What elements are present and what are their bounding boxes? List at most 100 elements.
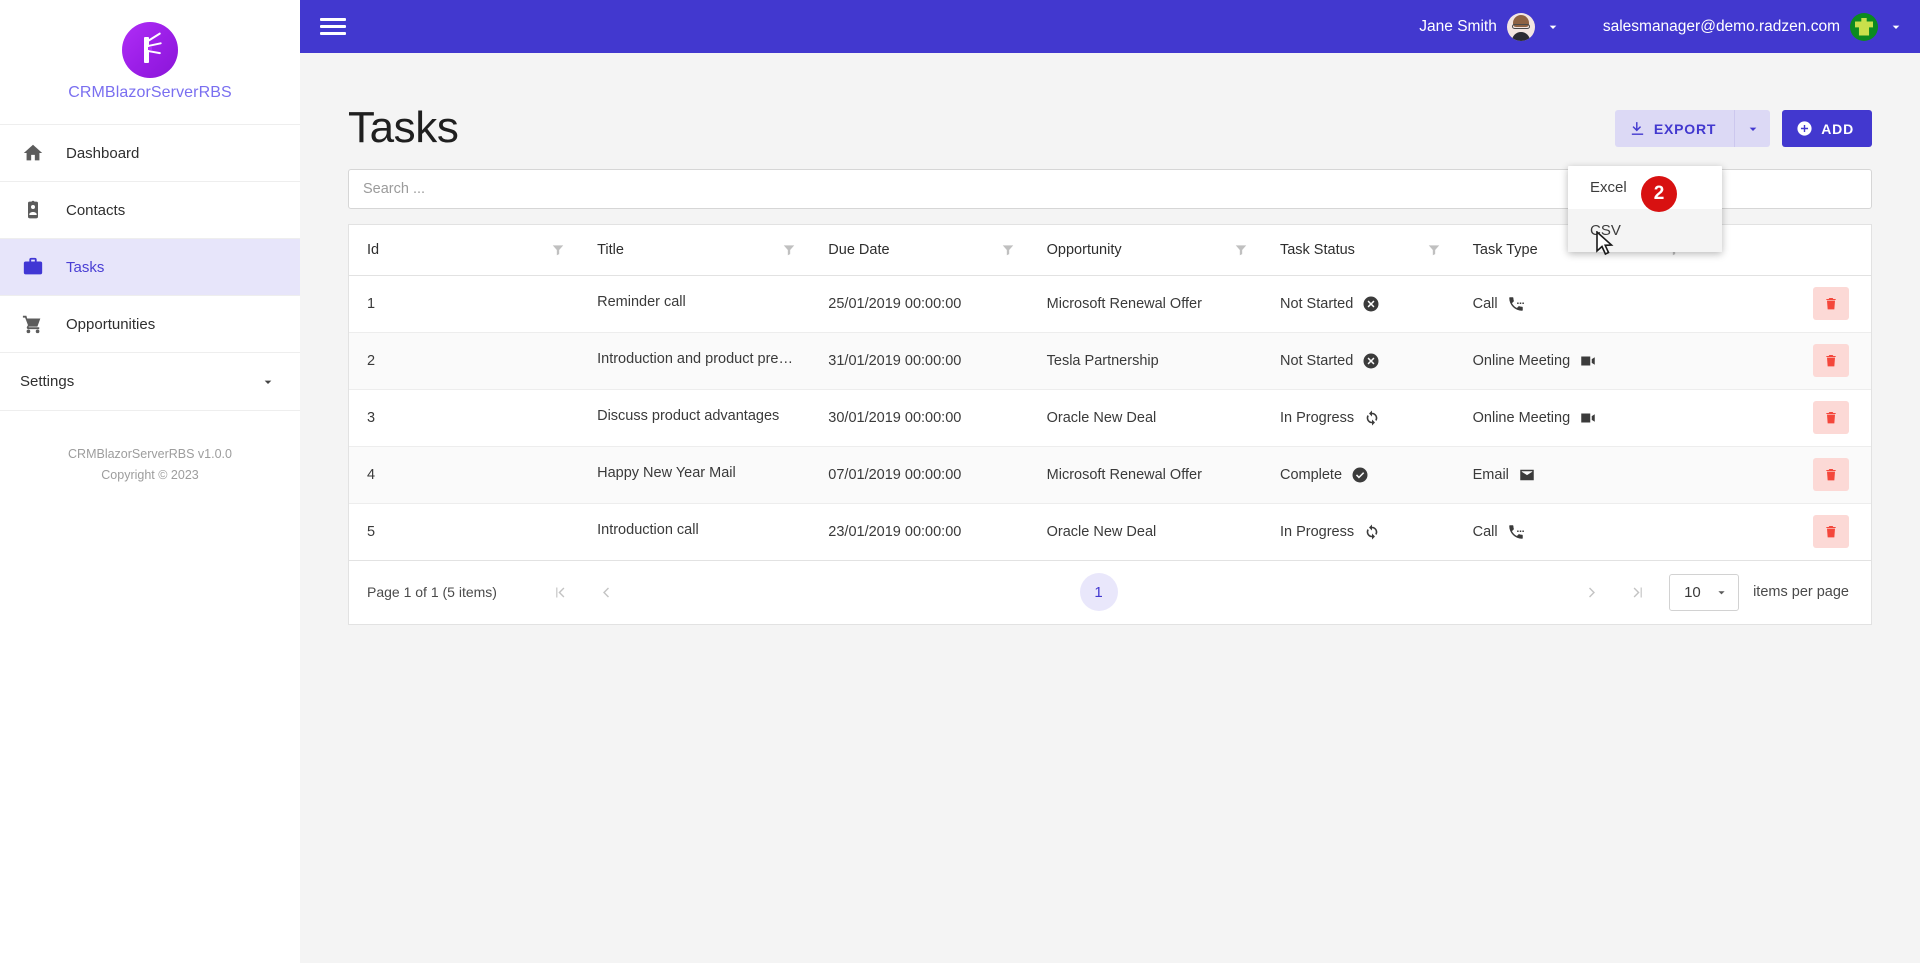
sidebar: CRMBlazorServerRBS Dashboard Contacts Ta… xyxy=(0,0,300,963)
prev-page-icon[interactable] xyxy=(588,574,624,610)
filter-icon[interactable] xyxy=(551,243,565,257)
page-title: Tasks xyxy=(348,103,459,152)
sidebar-item-opportunities[interactable]: Opportunities xyxy=(0,296,300,353)
sidebar-item-label: Contacts xyxy=(66,201,126,219)
filter-icon[interactable] xyxy=(1234,243,1248,257)
page-header: Tasks EXPORT ADD xyxy=(348,53,1872,153)
app-version: CRMBlazorServerRBS v1.0.0 xyxy=(68,447,232,461)
briefcase-icon xyxy=(22,256,44,278)
column-header-due-date[interactable]: Due Date xyxy=(810,225,1029,276)
sidebar-item-label: Tasks xyxy=(66,258,105,276)
cell-actions xyxy=(1695,275,1871,333)
cell-task-type: Online Meeting xyxy=(1454,332,1696,390)
cell-actions xyxy=(1695,446,1871,504)
filter-icon[interactable] xyxy=(1427,243,1441,257)
column-header-title[interactable]: Title xyxy=(579,225,811,276)
first-page-icon[interactable] xyxy=(542,574,578,610)
cell-due-date: 07/01/2019 00:00:00 xyxy=(810,446,1029,504)
sidebar-item-tasks[interactable]: Tasks xyxy=(0,239,300,296)
app-root: CRMBlazorServerRBS Dashboard Contacts Ta… xyxy=(0,0,1920,963)
jane-smith-avatar xyxy=(1506,12,1535,41)
video-camera-icon xyxy=(1579,409,1597,427)
tasks-table: Id Title Due Date Opportunity Task Statu… xyxy=(349,225,1871,561)
sidebar-item-label: Dashboard xyxy=(66,144,140,162)
cell-due-date: 25/01/2019 00:00:00 xyxy=(810,275,1029,333)
table-row[interactable]: 4 Happy New Year Mail 07/01/2019 00:00:0… xyxy=(349,446,1871,504)
export-menu-item-csv[interactable]: CSV xyxy=(1568,209,1722,252)
cell-task-status: In Progress xyxy=(1261,389,1455,447)
column-header-id[interactable]: Id xyxy=(349,225,580,276)
delete-row-button[interactable] xyxy=(1813,401,1849,434)
cell-title: Discuss product advantages xyxy=(579,389,811,447)
table-body: 1 Reminder call 25/01/2019 00:00:00 Micr… xyxy=(349,275,1871,561)
cell-task-status: Not Started xyxy=(1261,275,1455,333)
download-icon xyxy=(1629,120,1646,137)
topbar: Jane Smith salesmanager@demo.radzen.com xyxy=(300,0,1920,53)
main-area: Jane Smith salesmanager@demo.radzen.com … xyxy=(300,0,1920,963)
home-icon xyxy=(22,142,44,164)
next-page-icon[interactable] xyxy=(1573,574,1609,610)
column-label: Due Date xyxy=(828,241,890,258)
sidebar-item-contacts[interactable]: Contacts xyxy=(0,182,300,239)
copyright: Copyright © 2023 xyxy=(101,468,199,482)
table-row[interactable]: 3 Discuss product advantages 30/01/2019 … xyxy=(349,389,1871,447)
sidebar-item-settings[interactable]: Settings xyxy=(0,353,300,411)
table-row[interactable]: 5 Introduction call 23/01/2019 00:00:00 … xyxy=(349,503,1871,561)
sidebar-item-dashboard[interactable]: Dashboard xyxy=(0,125,300,182)
cell-title: Introduction call xyxy=(579,503,811,561)
phone-icon xyxy=(1507,295,1525,313)
cell-opportunity: Microsoft Renewal Offer xyxy=(1028,446,1262,504)
account-email: salesmanager@demo.radzen.com xyxy=(1602,17,1840,35)
cancel-circle-icon xyxy=(1362,295,1380,313)
delete-row-button[interactable] xyxy=(1813,515,1849,548)
cell-actions xyxy=(1695,332,1871,390)
delete-row-button[interactable] xyxy=(1813,344,1849,377)
add-button[interactable]: ADD xyxy=(1782,110,1872,147)
column-header-task-status[interactable]: Task Status xyxy=(1261,225,1455,276)
cell-id: 2 xyxy=(349,332,580,390)
cell-task-status: Not Started xyxy=(1261,332,1455,390)
page-size-select[interactable]: 10 xyxy=(1669,573,1740,611)
page-size-value: 10 xyxy=(1684,583,1701,601)
cell-title: Happy New Year Mail xyxy=(579,446,811,504)
cell-id: 3 xyxy=(349,389,580,447)
column-label: Opportunity xyxy=(1046,241,1122,258)
table-row[interactable]: 2 Introduction and product pre… 31/01/20… xyxy=(349,332,1871,390)
chevron-down-icon xyxy=(1888,19,1904,35)
user-profile-menu[interactable]: Jane Smith xyxy=(1419,12,1561,41)
column-header-opportunity[interactable]: Opportunity xyxy=(1028,225,1262,276)
cell-title: Introduction and product pre… xyxy=(579,332,811,390)
last-page-icon[interactable] xyxy=(1619,574,1655,610)
sidebar-item-label: Settings xyxy=(20,373,75,390)
cell-task-type: Online Meeting xyxy=(1454,389,1696,447)
phone-icon xyxy=(1507,523,1525,541)
mouse-pointer-icon xyxy=(1595,230,1615,262)
export-dropdown-toggle[interactable] xyxy=(1734,110,1771,147)
export-button[interactable]: EXPORT xyxy=(1614,110,1735,147)
sidebar-item-label: Opportunities xyxy=(66,315,156,333)
delete-row-button[interactable] xyxy=(1813,458,1849,491)
account-menu[interactable]: salesmanager@demo.radzen.com xyxy=(1602,12,1904,41)
cell-task-type: Call xyxy=(1454,503,1696,561)
user-name: Jane Smith xyxy=(1419,17,1497,35)
video-camera-icon xyxy=(1579,352,1597,370)
cell-id: 5 xyxy=(349,503,580,561)
filter-icon[interactable] xyxy=(782,243,796,257)
hamburger-menu-icon[interactable] xyxy=(320,18,346,35)
export-button-label: EXPORT xyxy=(1653,120,1717,137)
refresh-icon xyxy=(1363,523,1381,541)
sidebar-nav: Dashboard Contacts Tasks Opportunities S… xyxy=(0,124,300,411)
cell-opportunity: Oracle New Deal xyxy=(1028,503,1262,561)
column-label: Task Type xyxy=(1472,241,1538,258)
cell-due-date: 23/01/2019 00:00:00 xyxy=(810,503,1029,561)
export-split-button: EXPORT xyxy=(1614,110,1771,147)
cell-task-type: Call xyxy=(1454,275,1696,333)
delete-row-button[interactable] xyxy=(1813,287,1849,320)
shopping-cart-icon xyxy=(22,313,44,335)
page-number-1[interactable]: 1 xyxy=(1079,573,1118,611)
tasks-grid: Id Title Due Date Opportunity Task Statu… xyxy=(348,224,1872,625)
chevron-down-icon xyxy=(1545,19,1561,35)
bamboo-k-logo-icon xyxy=(122,22,178,78)
table-row[interactable]: 1 Reminder call 25/01/2019 00:00:00 Micr… xyxy=(349,275,1871,333)
filter-icon[interactable] xyxy=(1001,243,1015,257)
